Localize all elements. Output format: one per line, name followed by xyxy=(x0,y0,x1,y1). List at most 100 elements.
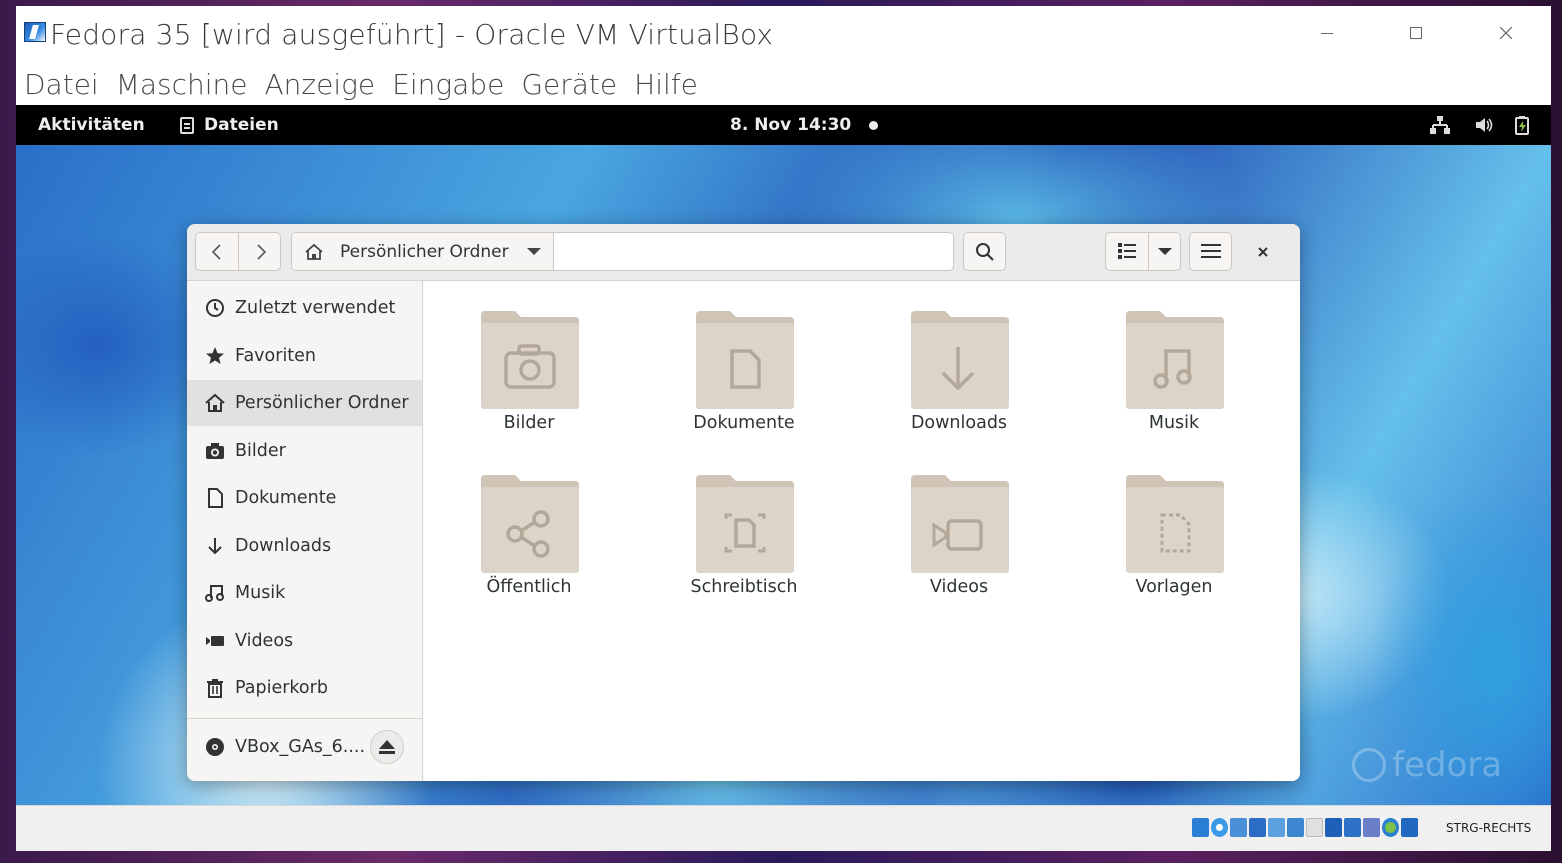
folder-label: Downloads xyxy=(910,413,1008,433)
folder-item[interactable]: Downloads xyxy=(869,285,1049,435)
sidebar-item-downloads[interactable]: Downloads xyxy=(187,523,422,569)
sidebar-item-videos[interactable]: Videos xyxy=(187,618,422,664)
volume-icon[interactable] xyxy=(1474,115,1494,135)
sidebar-item-music[interactable]: Musik xyxy=(187,570,422,616)
screen-icon[interactable] xyxy=(1344,818,1361,837)
folder-item[interactable]: Videos xyxy=(869,449,1049,599)
folder-label: Dokumente xyxy=(693,413,795,433)
folder-documents-icon xyxy=(696,311,794,409)
folder-music-icon xyxy=(1126,311,1224,409)
path-bar[interactable]: Persönlicher Ordner xyxy=(291,232,954,271)
minimize-button[interactable] xyxy=(1307,18,1347,48)
app-menu[interactable]: Dateien xyxy=(180,115,279,135)
menu-bar: Datei Maschine Anzeige Eingabe Geräte Hi… xyxy=(16,64,1551,104)
folder-videos-icon xyxy=(911,475,1009,573)
display-icon[interactable] xyxy=(1306,818,1323,837)
menu-anzeige[interactable]: Anzeige xyxy=(265,68,376,101)
folder-public-icon xyxy=(481,475,579,573)
folder-view[interactable]: Bilder Dokumente Downloads Musik Öffentl… xyxy=(424,281,1300,781)
list-view-icon[interactable] xyxy=(1118,243,1136,259)
folder-templates-icon xyxy=(1126,475,1224,573)
usb-icon[interactable] xyxy=(1268,818,1285,837)
folder-label: Bilder xyxy=(503,413,555,433)
menu-geraete[interactable]: Geräte xyxy=(521,68,617,101)
main-menu-button[interactable] xyxy=(1189,232,1232,271)
folder-item[interactable]: Öffentlich xyxy=(439,449,619,599)
shared-folders-icon[interactable] xyxy=(1287,818,1304,837)
eject-icon xyxy=(379,740,395,754)
fedora-watermark: fedora xyxy=(1352,745,1502,785)
activities-button[interactable]: Aktivitäten xyxy=(38,115,145,135)
view-toggle xyxy=(1105,232,1181,271)
path-label: Persönlicher Ordner xyxy=(340,242,509,262)
sidebar-item-documents[interactable]: Dokumente xyxy=(187,475,422,521)
eject-button[interactable] xyxy=(370,730,404,764)
folder-item[interactable]: Schreibtisch xyxy=(654,449,834,599)
files-header-bar: Persönlicher Ordner xyxy=(187,224,1300,281)
home-icon xyxy=(305,243,323,260)
guest-screen[interactable]: Aktivitäten Dateien 8. Nov 14:30 fedora … xyxy=(16,105,1551,805)
sidebar-item-label: Dokumente xyxy=(235,488,337,508)
folder-item[interactable]: Bilder xyxy=(439,285,619,435)
window-title: Fedora 35 [wird ausgeführt] - Oracle VM … xyxy=(50,18,774,51)
sidebar-item-label: Favoriten xyxy=(235,346,317,366)
globe-icon[interactable] xyxy=(1382,818,1399,837)
search-button[interactable] xyxy=(963,232,1006,271)
sidebar-item-label: Persönlicher Ordner xyxy=(235,393,409,413)
sidebar-item-vbox-disc[interactable]: VBox_GAs_6.... xyxy=(187,724,367,770)
menu-maschine[interactable]: Maschine xyxy=(116,68,248,101)
places-sidebar: Zuletzt verwendet Favoriten Persönlicher… xyxy=(187,281,423,781)
menu-eingabe[interactable]: Eingabe xyxy=(392,68,504,101)
title-bar: Fedora 35 [wird ausgeführt] - Oracle VM … xyxy=(16,6,1551,62)
network-adapter-icon[interactable] xyxy=(1249,818,1266,837)
optical-drive-icon[interactable] xyxy=(1211,818,1228,837)
network-icon[interactable] xyxy=(1430,115,1450,135)
status-icons xyxy=(1192,818,1420,837)
sidebar-item-pictures[interactable]: Bilder xyxy=(187,428,422,474)
fedora-wordmark: fedora xyxy=(1392,745,1503,785)
gnome-top-bar: Aktivitäten Dateien 8. Nov 14:30 xyxy=(16,105,1551,145)
close-window-button[interactable] xyxy=(1486,18,1526,48)
sidebar-item-recent[interactable]: Zuletzt verwendet xyxy=(187,285,422,331)
download-arrow-icon xyxy=(205,536,225,556)
virtualbox-window: Fedora 35 [wird ausgeführt] - Oracle VM … xyxy=(16,6,1551,851)
home-icon xyxy=(205,393,225,413)
close-icon xyxy=(1258,247,1268,257)
folder-label: Öffentlich xyxy=(486,577,572,597)
status-bar: STRG-RECHTS xyxy=(16,805,1551,851)
host-key-label: STRG-RECHTS xyxy=(1446,821,1532,835)
folder-item[interactable]: Vorlagen xyxy=(1084,449,1264,599)
maximize-button[interactable] xyxy=(1396,18,1436,48)
files-close-button[interactable] xyxy=(1251,240,1275,264)
back-arrow-icon[interactable] xyxy=(210,243,224,261)
sidebar-item-home[interactable]: Persönlicher Ordner xyxy=(187,380,422,426)
view-options-chevron-icon[interactable] xyxy=(1158,248,1172,256)
battery-icon[interactable] xyxy=(1512,115,1532,135)
folder-pictures-icon xyxy=(481,311,579,409)
sidebar-item-favorites[interactable]: Favoriten xyxy=(187,333,422,379)
trash-icon xyxy=(205,678,225,698)
menu-hilfe[interactable]: Hilfe xyxy=(634,68,698,101)
sidebar-item-trash[interactable]: Papierkorb xyxy=(187,665,422,711)
mouse-integration-icon[interactable] xyxy=(1401,818,1418,837)
sidebar-item-label: Videos xyxy=(235,631,294,651)
virtualization-icon[interactable] xyxy=(1363,818,1380,837)
folder-desktop-icon xyxy=(696,475,794,573)
disc-icon xyxy=(205,737,225,757)
folder-item[interactable]: Dokumente xyxy=(654,285,834,435)
forward-arrow-icon[interactable] xyxy=(254,243,268,261)
menu-datei[interactable]: Datei xyxy=(24,68,99,101)
audio-icon[interactable] xyxy=(1230,818,1247,837)
sidebar-item-label: VBox_GAs_6.... xyxy=(235,737,366,757)
clock[interactable]: 8. Nov 14:30 xyxy=(730,115,851,135)
video-capture-icon[interactable] xyxy=(1325,818,1342,837)
search-icon xyxy=(976,243,994,261)
folder-label: Vorlagen xyxy=(1135,577,1213,597)
sidebar-item-label: Papierkorb xyxy=(235,678,328,698)
path-segment-home[interactable]: Persönlicher Ordner xyxy=(292,233,554,270)
folder-label: Videos xyxy=(929,577,989,597)
desktop-wallpaper: fedora Persönlicher Ordner Zuletzt verwe… xyxy=(16,145,1551,805)
folder-item[interactable]: Musik xyxy=(1084,285,1264,435)
hard-disk-icon[interactable] xyxy=(1192,818,1209,837)
sidebar-item-label: Bilder xyxy=(235,441,286,461)
